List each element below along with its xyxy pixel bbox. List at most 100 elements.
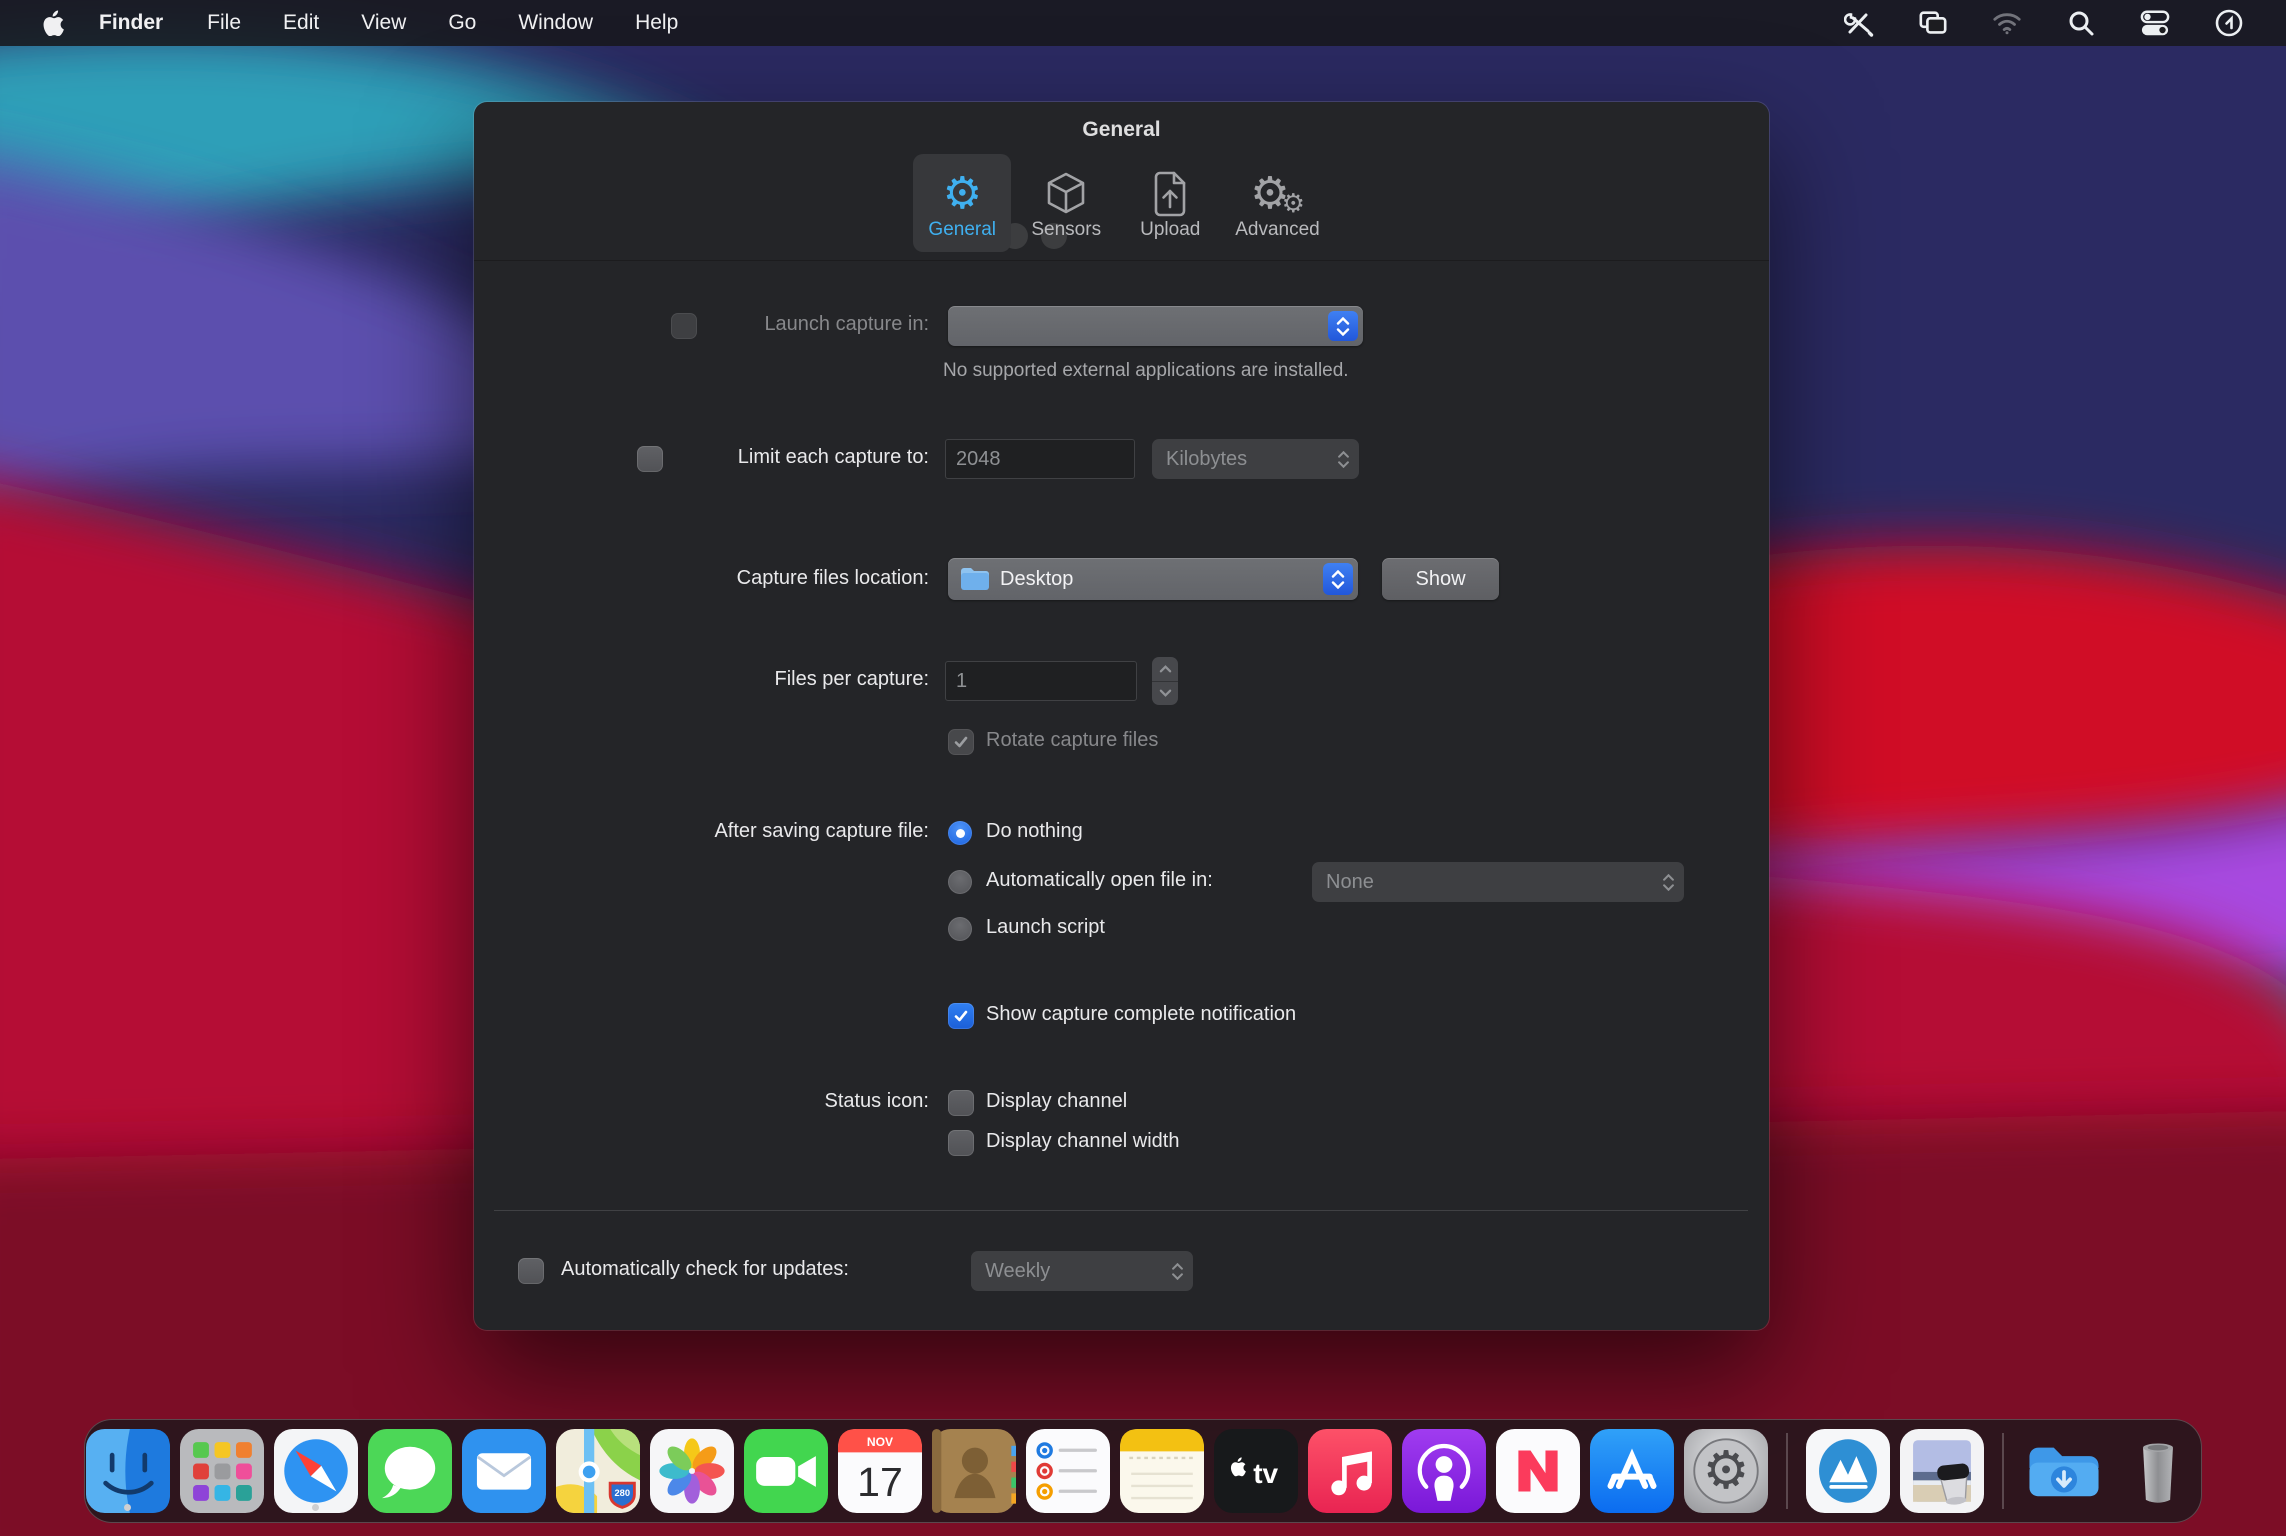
calendar-month-text: NOV xyxy=(867,1435,893,1449)
finder-dock-icon[interactable] xyxy=(86,1429,170,1513)
auto-open-popup[interactable]: None xyxy=(1312,862,1684,902)
notification-checkbox[interactable] xyxy=(948,1003,974,1029)
music-dock-icon[interactable] xyxy=(1308,1429,1392,1513)
files-per-capture-field[interactable]: 1 xyxy=(945,661,1137,701)
trash-dock-icon[interactable] xyxy=(2116,1429,2200,1513)
photos-dock-icon[interactable] xyxy=(650,1429,734,1513)
launch-capture-checkbox[interactable] xyxy=(671,313,697,339)
mail-dock-icon[interactable] xyxy=(462,1429,546,1513)
rotate-files-label: Rotate capture files xyxy=(986,729,1159,751)
radio-do-nothing-label: Do nothing xyxy=(986,820,1083,842)
preferences-window: General ⚙ General Sensors Upload ⚙ ⚙ Adv… xyxy=(474,102,1769,1330)
apple-tv-dock-icon[interactable]: tv xyxy=(1214,1429,1298,1513)
calendar-dock-icon[interactable]: NOV 17 xyxy=(838,1429,922,1513)
podcasts-dock-icon[interactable] xyxy=(1402,1429,1486,1513)
folder-icon xyxy=(961,568,989,590)
maps-badge-text: 280 xyxy=(614,1488,630,1498)
popup-chevrons-icon xyxy=(1337,439,1350,479)
display-channel-width-checkbox[interactable] xyxy=(948,1130,974,1156)
menu-view[interactable]: View xyxy=(340,0,427,46)
menu-help[interactable]: Help xyxy=(614,0,699,46)
preview-dock-icon[interactable] xyxy=(1900,1429,1984,1513)
display-channel-width-label: Display channel width xyxy=(986,1130,1180,1152)
toolbar-divider xyxy=(474,260,1769,261)
apple-menu-icon[interactable] xyxy=(30,10,76,36)
clock-icon[interactable] xyxy=(2214,8,2244,38)
menu-finder[interactable]: Finder xyxy=(76,0,186,46)
menu-window[interactable]: Window xyxy=(497,0,614,46)
show-button[interactable]: Show xyxy=(1382,558,1499,600)
popup-chevrons-icon xyxy=(1323,563,1353,595)
radio-auto-open-label: Automatically open file in: xyxy=(986,869,1213,891)
radio-auto-open[interactable] xyxy=(948,870,972,894)
running-indicator xyxy=(124,1504,131,1511)
control-center-icon[interactable] xyxy=(2140,8,2170,38)
menu-bar: Finder File Edit View Go Window Help xyxy=(0,0,2286,46)
limit-size-field[interactable]: 2048 xyxy=(945,439,1135,479)
popup-chevrons-icon xyxy=(1662,862,1675,902)
launch-capture-popup[interactable] xyxy=(948,306,1363,346)
wifi-icon[interactable] xyxy=(1992,8,2022,38)
after-saving-label: After saving capture file: xyxy=(714,820,929,842)
tools-icon[interactable] xyxy=(1844,8,1874,38)
wifi-explorer-dock-icon[interactable] xyxy=(1806,1429,1890,1513)
update-frequency-popup[interactable]: Weekly xyxy=(971,1251,1193,1291)
desktop: Finder File Edit View Go Window Help Gen… xyxy=(0,0,2286,1536)
tab-general-label: General xyxy=(928,219,997,240)
menu-edit[interactable]: Edit xyxy=(262,0,340,46)
tv-logo-text: tv xyxy=(1253,1458,1278,1489)
capture-location-popup[interactable]: Desktop xyxy=(948,558,1358,600)
double-gear-icon: ⚙ ⚙ xyxy=(1250,168,1305,219)
rotate-files-checkbox[interactable] xyxy=(948,729,974,755)
tab-sensors[interactable]: Sensors xyxy=(1017,154,1115,252)
tab-advanced[interactable]: ⚙ ⚙ Advanced xyxy=(1225,154,1330,252)
screen-mirroring-icon[interactable] xyxy=(1918,8,1948,38)
messages-dock-icon[interactable] xyxy=(368,1429,452,1513)
news-dock-icon[interactable] xyxy=(1496,1429,1580,1513)
capture-location-label: Capture files location: xyxy=(736,567,929,589)
popup-chevrons-icon xyxy=(1171,1251,1184,1291)
display-channel-checkbox[interactable] xyxy=(948,1090,974,1116)
safari-dock-icon[interactable] xyxy=(274,1429,358,1513)
files-per-capture-label: Files per capture: xyxy=(774,668,929,690)
contacts-dock-icon[interactable] xyxy=(932,1429,1016,1513)
dock-separator xyxy=(2002,1433,2004,1509)
limit-capture-checkbox[interactable] xyxy=(637,446,663,472)
section-divider xyxy=(494,1210,1748,1211)
downloads-dock-icon[interactable] xyxy=(2022,1429,2106,1513)
maps-dock-icon[interactable]: 280 xyxy=(556,1429,640,1513)
app-store-dock-icon[interactable] xyxy=(1590,1429,1674,1513)
stepper-up-icon[interactable] xyxy=(1152,657,1178,682)
window-title: General xyxy=(1082,118,1161,141)
tab-upload-label: Upload xyxy=(1140,219,1201,240)
menu-go[interactable]: Go xyxy=(427,0,497,46)
reminders-dock-icon[interactable] xyxy=(1026,1429,1110,1513)
stepper-down-icon[interactable] xyxy=(1152,682,1178,706)
files-per-capture-stepper[interactable] xyxy=(1152,657,1178,705)
notification-label: Show capture complete notification xyxy=(986,1003,1297,1025)
system-preferences-dock-icon[interactable]: ⚙ xyxy=(1684,1429,1768,1513)
tab-sensors-label: Sensors xyxy=(1031,219,1102,240)
facetime-dock-icon[interactable] xyxy=(744,1429,828,1513)
upload-document-icon xyxy=(1152,165,1188,217)
display-channel-label: Display channel xyxy=(986,1090,1128,1112)
toolbar-tabs: ⚙ General Sensors Upload ⚙ ⚙ Advanced xyxy=(474,154,1769,254)
tab-advanced-label: Advanced xyxy=(1235,219,1320,240)
tab-upload[interactable]: Upload xyxy=(1121,154,1219,252)
radio-launch-script[interactable] xyxy=(948,917,972,941)
auto-updates-label: Automatically check for updates: xyxy=(561,1258,849,1280)
limit-unit-popup[interactable]: Kilobytes xyxy=(1152,439,1359,479)
launchpad-dock-icon[interactable] xyxy=(180,1429,264,1513)
update-frequency-value: Weekly xyxy=(985,1259,1051,1282)
auto-updates-checkbox[interactable] xyxy=(518,1258,544,1284)
radio-launch-script-label: Launch script xyxy=(986,916,1105,938)
launch-capture-help: No supported external applications are i… xyxy=(943,360,1349,381)
launch-capture-label: Launch capture in: xyxy=(764,313,929,335)
tab-general[interactable]: ⚙ General xyxy=(913,154,1012,252)
menu-file[interactable]: File xyxy=(186,0,262,46)
dock-separator xyxy=(1786,1433,1788,1509)
notes-dock-icon[interactable] xyxy=(1120,1429,1204,1513)
spotlight-search-icon[interactable] xyxy=(2066,8,2096,38)
status-icon-label: Status icon: xyxy=(824,1090,929,1112)
radio-do-nothing[interactable] xyxy=(948,821,972,845)
